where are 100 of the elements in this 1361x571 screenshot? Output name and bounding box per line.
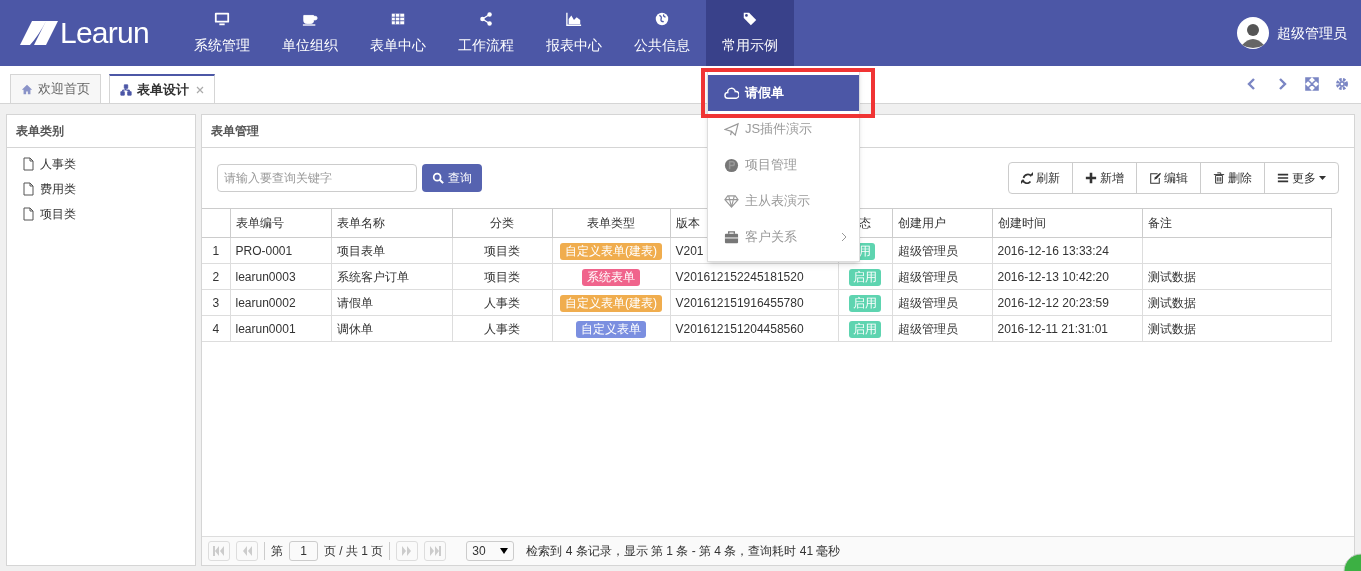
search-button[interactable]: 查询 — [422, 164, 482, 192]
tags-icon — [742, 10, 758, 27]
table-cell: 系统客户订单 — [336, 269, 409, 284]
table-cell: learun0001 — [235, 321, 296, 336]
column-header[interactable]: 态 — [859, 216, 871, 230]
table-cell: 2016-12-12 20:23:59 — [997, 295, 1109, 310]
table-cell: 超级管理员 — [897, 269, 958, 284]
column-header[interactable]: 表单编号 — [235, 216, 284, 230]
pager-summary: 检索到 4 条记录，显示 第 1 条 - 第 4 条，查询耗时 41 毫秒 — [526, 543, 841, 560]
table-cell: 人事类 — [484, 295, 520, 310]
nav-item[interactable]: 表单中心 — [354, 0, 442, 66]
cloud-icon — [724, 85, 739, 101]
page-number-field[interactable]: 1 — [289, 541, 318, 561]
pager-label: 第 — [271, 543, 283, 560]
panel-title: 表单管理 — [211, 123, 259, 140]
column-header[interactable]: 分类 — [490, 216, 514, 230]
tree-item[interactable]: 项目类 — [40, 204, 76, 223]
menu-icon — [1277, 172, 1289, 184]
table-cell: 调休单 — [336, 321, 373, 336]
page-size-select[interactable]: 30 — [466, 541, 515, 561]
form-type-badge: 自定义表单 — [576, 320, 646, 338]
table-cell: V201612151204458560 — [675, 321, 804, 336]
briefcase-icon — [724, 229, 739, 245]
paper-plane-icon — [724, 121, 739, 137]
column-header[interactable]: 创建时间 — [997, 216, 1046, 230]
tree-item[interactable]: 人事类 — [40, 154, 76, 173]
table-cell: V201612151916455780 — [675, 295, 804, 310]
toolbar-button[interactable]: 更多 — [1264, 163, 1338, 193]
nav-item[interactable]: 报表中心 — [530, 0, 618, 66]
last-page-icon[interactable] — [424, 541, 447, 561]
table-cell: V201612152245181520 — [675, 269, 804, 284]
home-icon — [21, 83, 33, 95]
edit-icon — [1149, 172, 1161, 184]
search-field[interactable]: 请输入要查询关键字 — [217, 164, 417, 192]
table-cell: 测试数据 — [1147, 321, 1196, 336]
row-number: 2 — [212, 269, 220, 284]
file-icon — [23, 206, 34, 221]
nav-item[interactable]: 单位组织 — [266, 0, 354, 66]
table-cell: 2016-12-11 21:31:01 — [997, 321, 1109, 336]
monitor-icon — [214, 10, 230, 27]
status-badge: 启用 — [849, 268, 881, 286]
table-cell: 测试数据 — [1147, 269, 1196, 284]
table-cell: 超级管理员 — [897, 295, 958, 310]
nav-item[interactable]: 系统管理 — [178, 0, 266, 66]
caret-icon — [500, 548, 509, 554]
file-icon — [23, 156, 34, 171]
page-tab[interactable]: 表单设计 — [109, 74, 215, 103]
refresh-icon — [1021, 172, 1033, 184]
row-number: 4 — [212, 321, 220, 336]
dropdown-item[interactable]: 请假单 — [708, 75, 859, 111]
table-cell: learun0003 — [235, 269, 296, 284]
table-cell: learun0002 — [235, 295, 296, 310]
avatar[interactable] — [1237, 17, 1269, 49]
tree-item[interactable]: 费用类 — [40, 179, 76, 198]
close-icon[interactable] — [196, 85, 204, 94]
toolbar-button[interactable]: 编辑 — [1136, 163, 1200, 193]
toolbar-button[interactable]: 新增 — [1072, 163, 1136, 193]
table-cell: 超级管理员 — [897, 321, 958, 336]
user-name[interactable]: 超级管理员 — [1277, 22, 1347, 44]
search-icon — [432, 172, 444, 184]
trash-icon — [1213, 172, 1225, 184]
area-chart-icon — [566, 10, 582, 27]
status-badge: 启用 — [849, 320, 881, 338]
first-page-icon[interactable] — [208, 541, 230, 561]
file-icon — [23, 181, 34, 196]
table-cell: V201 — [675, 243, 704, 258]
table-cell: PRO-0001 — [235, 243, 293, 258]
toolbar-button[interactable]: 删除 — [1200, 163, 1264, 193]
logo-text: Learun — [60, 18, 149, 48]
table-cell: 项目类 — [484, 269, 520, 284]
nav-item[interactable]: 常用示例 — [706, 0, 794, 66]
p-circle-icon — [724, 157, 739, 173]
nav-item[interactable]: 工作流程 — [442, 0, 530, 66]
form-type-badge: 自定义表单(建表) — [560, 294, 662, 312]
column-header[interactable]: 备注 — [1147, 216, 1172, 230]
table-cell: 项目表单 — [336, 243, 385, 258]
form-type-badge: 系统表单 — [582, 268, 640, 286]
nav-item[interactable]: 公共信息 — [618, 0, 706, 66]
table-cell: 人事类 — [484, 321, 520, 336]
page-tab[interactable]: 欢迎首页 — [10, 74, 101, 103]
diamond-icon — [724, 193, 739, 209]
sitemap-icon — [120, 83, 132, 96]
toolbar-button[interactable]: 刷新 — [1009, 163, 1072, 193]
table-cell: 超级管理员 — [897, 243, 958, 258]
column-header[interactable]: 表单类型 — [587, 216, 635, 230]
plus-icon — [1085, 172, 1097, 184]
table-cell: 测试数据 — [1147, 295, 1196, 310]
share-icon — [478, 10, 494, 27]
column-header[interactable]: 表单名称 — [336, 216, 385, 230]
previous-page-icon[interactable] — [236, 541, 258, 561]
table-cell: 请假单 — [336, 295, 373, 310]
table-cell: 项目类 — [484, 243, 520, 258]
column-header[interactable]: 创建用户 — [897, 216, 946, 230]
panel-title: 表单类别 — [16, 123, 64, 140]
next-page-icon[interactable] — [396, 541, 419, 561]
pager-label: 页 / 共 1 页 — [324, 543, 384, 560]
status-badge: 启用 — [849, 294, 881, 312]
column-header[interactable]: 版本 — [675, 216, 700, 230]
form-type-badge: 自定义表单(建表) — [560, 242, 662, 260]
table-cell: 2016-12-13 10:42:20 — [997, 269, 1109, 284]
